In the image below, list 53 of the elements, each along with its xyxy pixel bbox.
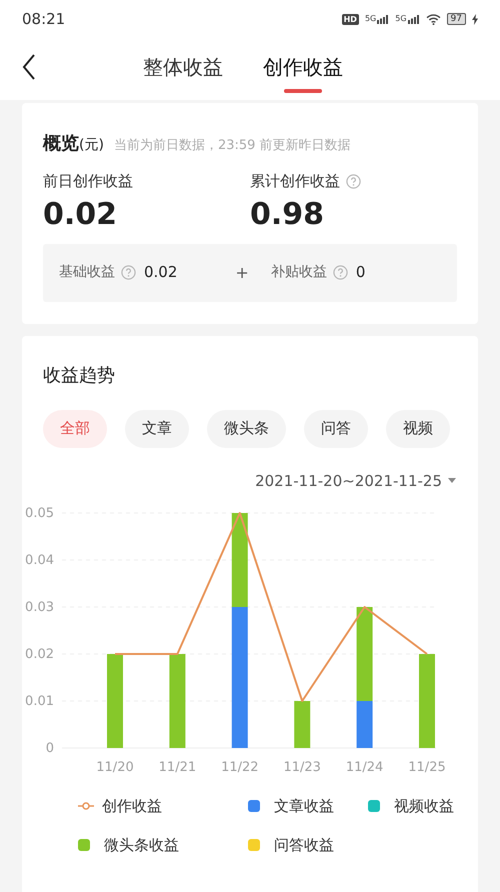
line-legend-icon: [78, 802, 94, 810]
y-axis-label: 0.04: [25, 553, 54, 568]
header-tab[interactable]: 整体收益: [143, 53, 223, 93]
unit-label: (元): [79, 136, 104, 155]
battery-indicator: 97: [446, 13, 466, 25]
plus-sign: +: [235, 262, 249, 284]
y-axis-label: 0.02: [25, 647, 54, 662]
charging-icon: [472, 14, 478, 24]
breakdown-value: 0.02: [144, 262, 178, 284]
x-axis-label: 11/24: [346, 760, 384, 775]
y-axis-label: 0: [46, 741, 54, 756]
legend-label: 视频收益: [394, 796, 454, 817]
legend-label: 文章收益: [274, 796, 334, 817]
legend-label: 创作收益: [102, 796, 162, 817]
update-note: 当前为前日数据，23:59 前更新昨日数据: [114, 137, 351, 155]
help-icon[interactable]: [346, 174, 361, 189]
x-axis-label: 11/22: [221, 760, 259, 775]
date-range-picker[interactable]: 2021-11-20~2021-11-25: [255, 470, 456, 492]
legend-label: 问答收益: [274, 834, 334, 856]
y-axis-label: 0.05: [25, 506, 54, 521]
stat-label: 前日创作收益: [43, 171, 133, 192]
hd-icon: HD: [342, 14, 359, 24]
help-icon[interactable]: [121, 265, 136, 280]
filter-chip[interactable]: 问答: [304, 410, 368, 448]
wifi-icon: [426, 14, 441, 24]
x-axis-label: 11/20: [96, 760, 134, 775]
breakdown-label: 基础收益: [59, 263, 115, 282]
x-axis-label: 11/21: [158, 760, 196, 775]
y-axis-label: 0.03: [25, 600, 54, 615]
breakdown-label: 补贴收益: [270, 263, 327, 282]
signal-icon: [408, 14, 420, 24]
y-axis-label: 0.01: [25, 694, 54, 709]
status-time: 08:21: [22, 8, 66, 30]
network-label: 5G: [395, 14, 407, 22]
overview-title: 概览: [43, 132, 79, 156]
x-axis-label: 11/23: [283, 760, 321, 775]
stat-value: 0.02: [43, 196, 118, 234]
header-tab[interactable]: 创作收益: [263, 53, 343, 93]
signal-icon: [377, 14, 390, 24]
filter-chip[interactable]: 微头条: [207, 410, 286, 448]
stat-value: 0.98: [250, 196, 326, 234]
network-label: 5G: [364, 14, 376, 22]
x-axis-label: 11/25: [408, 760, 446, 775]
caret-icon: [448, 478, 456, 484]
back-icon[interactable]: [22, 54, 36, 80]
help-icon[interactable]: [332, 265, 348, 280]
legend-label: 微头条收益: [104, 834, 179, 856]
stat-label: 累计创作收益: [250, 171, 340, 192]
trend-title: 收益趋势: [42, 364, 116, 388]
filter-chip[interactable]: 视频: [386, 410, 450, 448]
breakdown-value: 0: [356, 262, 366, 284]
bar-segment: [294, 701, 310, 748]
filter-chip[interactable]: 文章: [125, 410, 189, 448]
